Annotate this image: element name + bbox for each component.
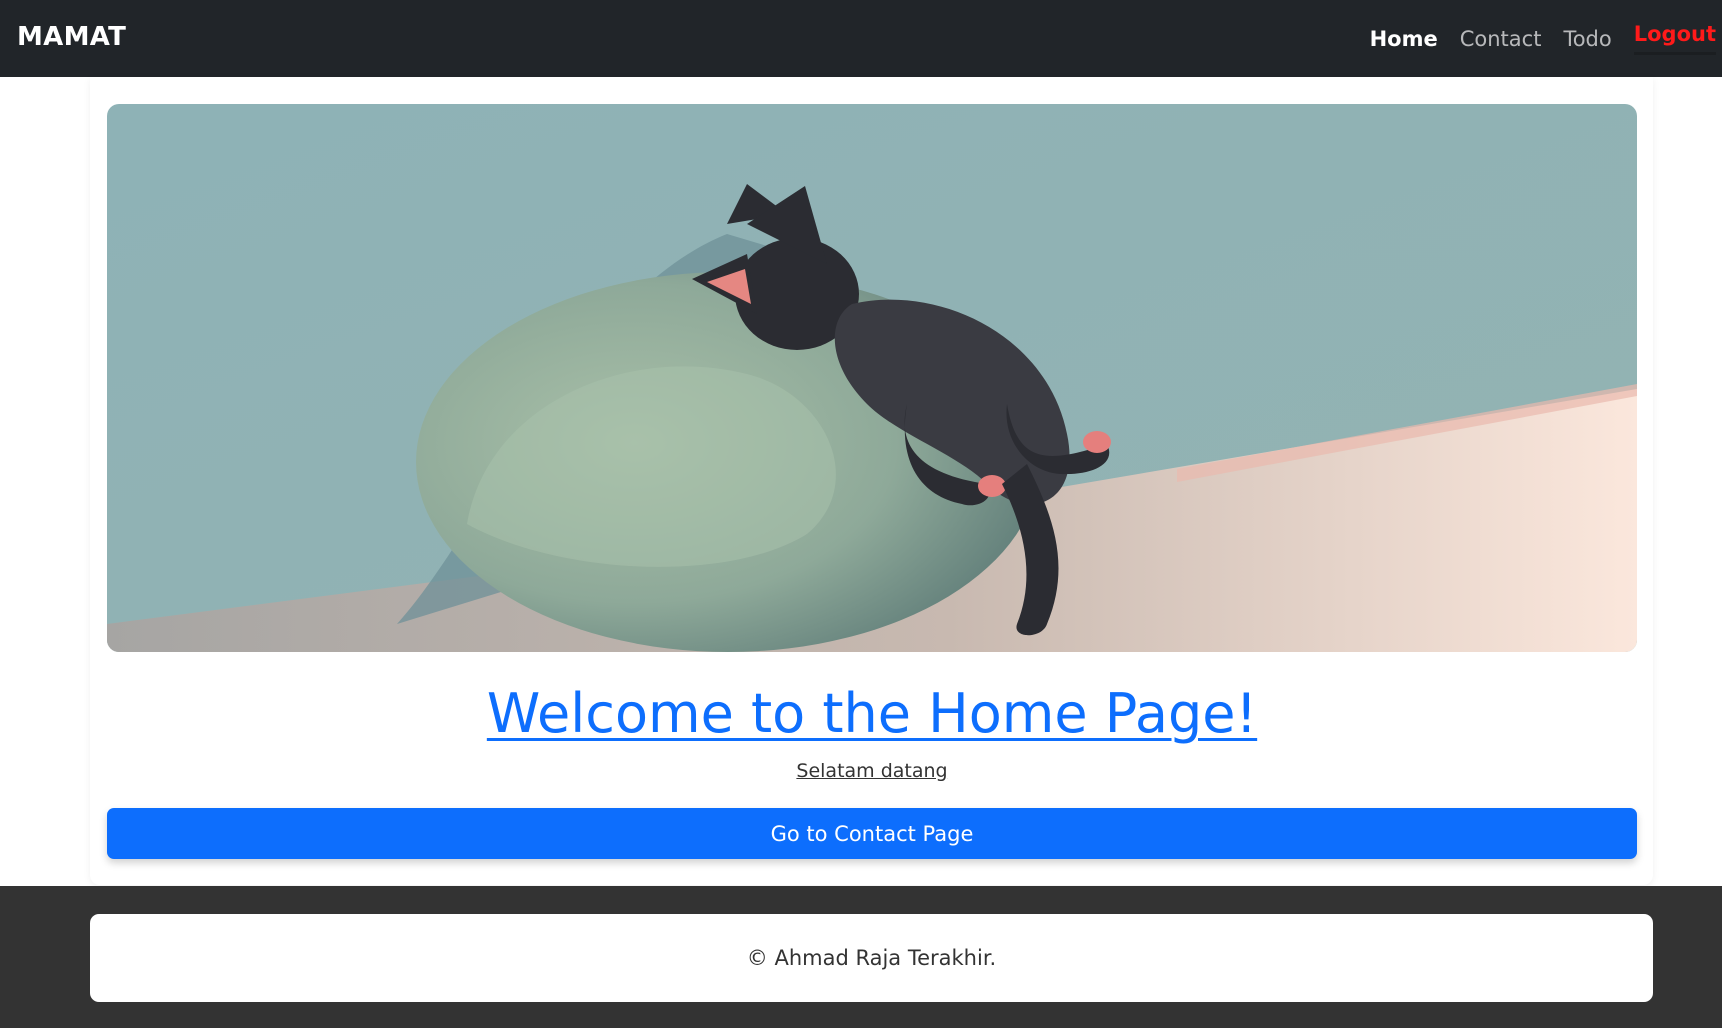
go-to-contact-button[interactable]: Go to Contact Page: [107, 808, 1637, 859]
nav-link-home[interactable]: Home: [1370, 27, 1438, 51]
nav-links: Home Contact Todo Logout: [1370, 0, 1722, 77]
hero-image: [107, 104, 1637, 652]
welcome-heading-link[interactable]: Welcome to the Home Page!: [487, 682, 1257, 745]
subtitle: Selatam datang: [107, 760, 1637, 782]
nav-link-contact[interactable]: Contact: [1460, 27, 1542, 51]
footer-copyright: © Ahmad Raja Terakhir.: [746, 946, 997, 970]
nav-link-todo[interactable]: Todo: [1563, 27, 1611, 51]
footer-card: © Ahmad Raja Terakhir.: [90, 914, 1653, 1002]
welcome-heading: Welcome to the Home Page!: [107, 682, 1637, 745]
brand-logo[interactable]: MAMAT: [17, 22, 126, 52]
nav-link-logout[interactable]: Logout: [1633, 22, 1716, 55]
top-navbar: MAMAT Home Contact Todo Logout: [0, 0, 1722, 77]
cat-illustration: [107, 104, 1637, 652]
subtitle-link[interactable]: Selatam datang: [796, 760, 947, 782]
